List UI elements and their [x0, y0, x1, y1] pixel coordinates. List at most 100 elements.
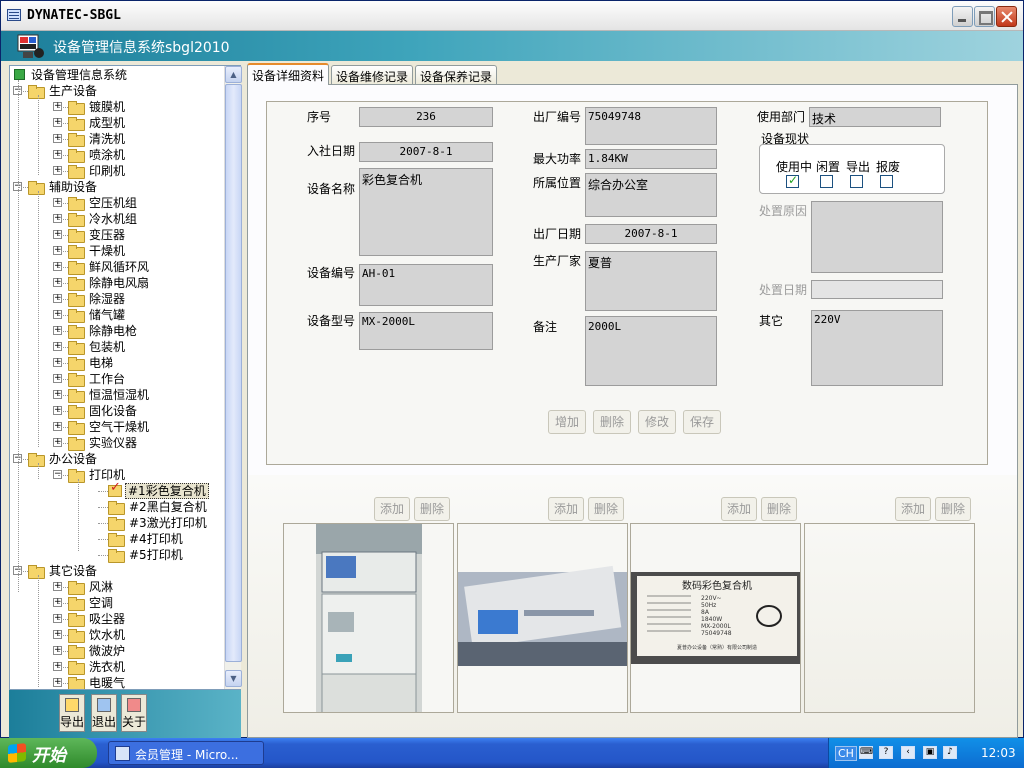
tree-item[interactable]: 电暖气 — [68, 675, 127, 689]
maximize-button[interactable] — [974, 6, 995, 27]
tab-maintenance-records[interactable]: 设备保养记录 — [415, 65, 497, 85]
tree-item[interactable]: 喷涂机 — [68, 147, 127, 163]
photo1-delete-button[interactable]: 删除 — [414, 497, 450, 521]
status-checkbox[interactable] — [820, 175, 833, 188]
tab-repair-records[interactable]: 设备维修记录 — [331, 65, 413, 85]
code-field[interactable]: AH-01 — [359, 264, 493, 306]
title-bar[interactable]: DYNATEC-SBGL — [1, 1, 1023, 31]
equipment-tree[interactable]: 设备管理信息系统 生产设备 − 镀膜机 + 成型机 + 清洗机 + 喷涂机 + 印刷机 + 辅助设备 − 空压… — [10, 66, 224, 689]
photo1-add-button[interactable]: 添加 — [374, 497, 410, 521]
tree-leaf[interactable]: #3激光打印机 — [108, 515, 209, 531]
tree-item[interactable]: 实验仪器 — [68, 435, 139, 451]
tree-item[interactable]: 微波炉 — [68, 643, 127, 659]
tree-item[interactable]: 冷水机组 — [68, 211, 139, 227]
photo3-delete-button[interactable]: 删除 — [761, 497, 797, 521]
tree-item[interactable]: 饮水机 — [68, 627, 127, 643]
photo2-add-button[interactable]: 添加 — [548, 497, 584, 521]
tree-connector — [58, 155, 68, 156]
tree-item[interactable]: 吸尘器 — [68, 611, 127, 627]
other-field[interactable]: 220V — [811, 310, 943, 386]
status-checkbox[interactable] — [786, 173, 799, 188]
photo3-add-button[interactable]: 添加 — [721, 497, 757, 521]
folder-icon — [68, 101, 85, 115]
keyboard-icon[interactable]: ⌨ — [859, 746, 873, 759]
dept-field[interactable]: 技术 — [809, 107, 941, 127]
tree-item[interactable]: 清洗机 — [68, 131, 127, 147]
add-button[interactable]: 增加 — [548, 410, 586, 434]
model-field[interactable]: MX-2000L — [359, 312, 493, 350]
tree-item[interactable]: 除湿器 — [68, 291, 127, 307]
tree-item[interactable]: 镀膜机 — [68, 99, 127, 115]
tree-connector — [98, 539, 108, 540]
tree-item[interactable]: 变压器 — [68, 227, 127, 243]
dispose-date-field[interactable] — [811, 280, 943, 299]
exit-button[interactable]: 退出 — [91, 694, 117, 732]
equipment-form: 序号 236 入社日期 2007-8-1 设备名称 彩色复合机 设备编号 AH-… — [266, 101, 988, 465]
taskbar-item[interactable]: 会员管理 - Micro... — [108, 741, 264, 765]
tree-connector — [18, 459, 28, 460]
scroll-thumb[interactable] — [225, 84, 242, 662]
scroll-down-arrow-icon[interactable]: ▼ — [225, 670, 242, 687]
tree-item[interactable]: 洗衣机 — [68, 659, 127, 675]
tree-connector — [58, 427, 68, 428]
tree-leaf[interactable]: #5打印机 — [108, 547, 185, 563]
join-date-field[interactable]: 2007-8-1 — [359, 142, 493, 162]
tree-leaf[interactable]: #4打印机 — [108, 531, 185, 547]
tree-item[interactable]: 电梯 — [68, 355, 115, 371]
tree-item[interactable]: 印刷机 — [68, 163, 127, 179]
remark-field[interactable]: 2000L — [585, 316, 717, 386]
about-button[interactable]: 关于 — [121, 694, 147, 732]
tree-item[interactable]: 除静电枪 — [68, 323, 139, 339]
minimize-button[interactable] — [952, 6, 973, 27]
status-checkbox[interactable] — [880, 175, 893, 188]
close-button[interactable] — [996, 6, 1017, 27]
export-button[interactable]: 导出 — [59, 694, 85, 732]
seq-field[interactable]: 236 — [359, 107, 493, 127]
tree-item[interactable]: 固化设备 — [68, 403, 139, 419]
tree-root[interactable]: 设备管理信息系统 — [14, 67, 129, 83]
dispose-reason-field[interactable] — [811, 201, 943, 273]
language-indicator[interactable]: CH — [835, 746, 857, 761]
tree-item[interactable]: 风淋 — [68, 579, 115, 595]
photo-slot-2[interactable] — [457, 523, 628, 713]
tree-node-label: 饮水机 — [89, 628, 126, 642]
tree-item[interactable]: 包装机 — [68, 339, 127, 355]
photo2-delete-button[interactable]: 删除 — [588, 497, 624, 521]
tree-item[interactable]: 成型机 — [68, 115, 127, 131]
save-button[interactable]: 保存 — [683, 410, 721, 434]
volume-icon[interactable]: ♪ — [943, 746, 957, 759]
tree-item[interactable]: 除静电风扇 — [68, 275, 151, 291]
delete-button[interactable]: 删除 — [593, 410, 631, 434]
max-power-field[interactable]: 1.84KW — [585, 149, 717, 169]
tree-leaf[interactable]: ✓ #1彩色复合机 — [108, 480, 209, 499]
tray-arrow-icon[interactable]: ‹ — [901, 746, 915, 759]
tree-item[interactable]: 恒温恒湿机 — [68, 387, 151, 403]
tree-item[interactable]: 鲜风循环风 — [68, 259, 151, 275]
network-icon[interactable]: ▣ — [923, 746, 937, 759]
tree-item[interactable]: 干燥机 — [68, 243, 127, 259]
photo4-add-button[interactable]: 添加 — [895, 497, 931, 521]
help-icon[interactable]: ? — [879, 746, 893, 759]
photo4-delete-button[interactable]: 删除 — [935, 497, 971, 521]
photo-slot-1[interactable] — [283, 523, 454, 713]
scroll-up-arrow-icon[interactable]: ▲ — [225, 66, 242, 83]
factory-no-field[interactable]: 75049748 — [585, 107, 717, 145]
edit-button[interactable]: 修改 — [638, 410, 676, 434]
name-field[interactable]: 彩色复合机 — [359, 168, 493, 256]
manufacturer-field[interactable]: 夏普 — [585, 251, 717, 311]
tab-details[interactable]: 设备详细资料 — [247, 63, 329, 85]
photo-slot-3[interactable]: 数码彩色复合机 220V~ 50Hz 8A 1840W MX-2000L 750… — [630, 523, 801, 713]
tree-item[interactable]: 储气罐 — [68, 307, 127, 323]
tree-item[interactable]: 空气干燥机 — [68, 419, 151, 435]
status-checkbox[interactable] — [850, 175, 863, 188]
tree-scrollbar[interactable]: ▲ ▼ — [224, 66, 242, 689]
tree-leaf[interactable]: #2黑白复合机 — [108, 499, 209, 515]
tree-item[interactable]: 空压机组 — [68, 195, 139, 211]
tree-item[interactable]: 空调 — [68, 595, 115, 611]
start-button[interactable]: 开始 — [0, 738, 97, 768]
factory-date-field[interactable]: 2007-8-1 — [585, 224, 717, 244]
tree-connector — [58, 299, 68, 300]
tree-item[interactable]: 工作台 — [68, 371, 127, 387]
location-field[interactable]: 综合办公室 — [585, 173, 717, 217]
photo-slot-4[interactable] — [804, 523, 975, 713]
